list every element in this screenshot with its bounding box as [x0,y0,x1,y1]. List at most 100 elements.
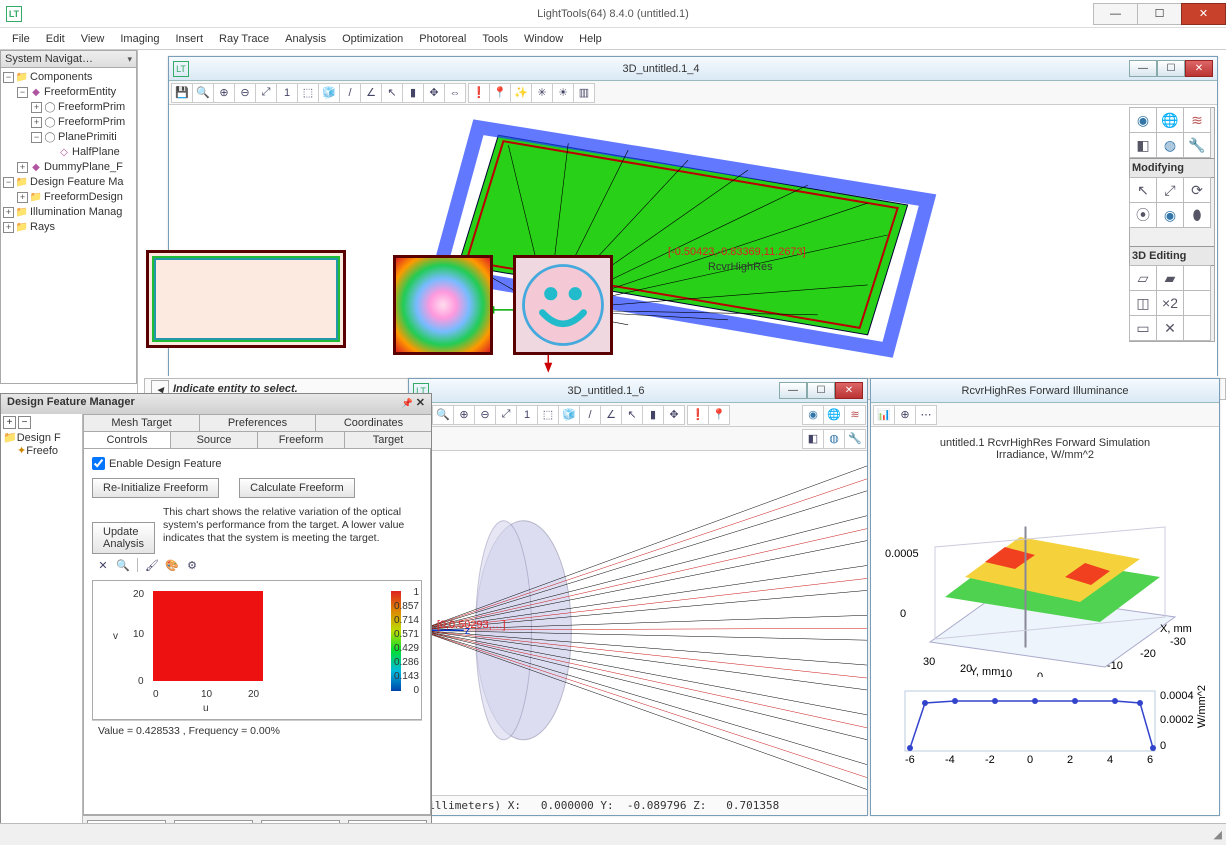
tree-expander[interactable] [17,192,28,203]
tree-item[interactable]: PlanePrimiti [58,130,117,145]
options-icon[interactable]: ⚙ [183,556,201,574]
menu-view[interactable]: View [73,31,113,47]
tree-item[interactable]: DummyPlane_F [44,160,123,175]
palette-lens-icon[interactable]: ◉ [1129,107,1157,133]
palette-sweep-icon[interactable]: ▰ [1156,265,1184,291]
dfm-tree-item[interactable]: Freefo [26,445,58,457]
brush-icon[interactable]: 🖌 [143,556,161,574]
tab-target[interactable]: Target [344,431,431,449]
illum-3d-surface[interactable]: 0.0005 0 30 20 10 0 Y, mm -10 -20 -30 Y,… [875,467,1215,677]
select-arrow-icon[interactable]: ↖ [621,405,643,425]
palette-scale-icon[interactable]: ⤢ [1156,177,1184,203]
system-navigator-tree[interactable]: 📁Components ◆FreeformEntity ◯FreeformPri… [0,68,137,384]
palette-wrench-icon[interactable]: 🔧 [844,429,866,449]
update-analysis-button[interactable]: Update Analysis [92,522,155,554]
mdi-close-button[interactable]: ✕ [835,382,863,399]
divider-icon[interactable]: / [579,405,601,425]
zoom-sel-icon[interactable]: 🔍 [432,405,454,425]
tab-source[interactable]: Source [170,431,258,449]
palette-render-icon[interactable]: ◧ [802,429,824,449]
zoom-fit-icon[interactable]: ⤢ [495,405,517,425]
tree-item[interactable]: Rays [30,220,55,235]
target-icon[interactable]: ⊕ [894,405,916,425]
tree-expander[interactable] [31,102,42,113]
divider-icon[interactable]: / [339,83,361,103]
chart-icon[interactable]: 📊 [873,405,895,425]
resize-grip-icon[interactable]: ◢ [1214,828,1222,841]
illum-2d-plot[interactable]: 0.0004 0.0002 0 W/mm^2 -6-4-20246 [875,683,1215,773]
crosshair-icon[interactable]: ✕ [94,556,112,574]
menu-file[interactable]: File [4,31,38,47]
palette-disk-icon[interactable]: ◍ [1156,132,1184,158]
palette-blocks-icon[interactable]: ≋ [1183,107,1211,133]
palette-select-icon[interactable]: ↖ [1129,177,1157,203]
zoom-in-icon[interactable]: ⊕ [453,405,475,425]
menu-analysis[interactable]: Analysis [277,31,334,47]
system-navigator-header[interactable]: System Navigat… [0,50,137,68]
tree-item[interactable]: Illumination Manag [30,205,122,220]
pin-icon[interactable] [402,397,413,409]
viewport-3d-lens[interactable]: y z [0,0.50293,…] [409,451,867,799]
ray-icon[interactable]: ☀ [552,83,574,103]
pan-icon[interactable]: ⇔ [444,83,466,103]
expand-button[interactable]: + [3,416,16,429]
menu-imaging[interactable]: Imaging [112,31,167,47]
tree-expander[interactable] [17,87,28,98]
menu-tools[interactable]: Tools [474,31,516,47]
view-iso-icon[interactable]: ⬚ [537,405,559,425]
tab-controls[interactable]: Controls [83,431,171,449]
tree-item[interactable]: Design Feature Ma [30,175,124,190]
mdi-titlebar[interactable]: RcvrHighRes Forward Illuminance [871,379,1219,403]
palette-wrench-icon[interactable]: 🔧 [1183,132,1211,158]
mdi-maximize-button[interactable]: ☐ [1157,60,1185,77]
more-icon[interactable]: ⋯ [915,405,937,425]
mdi-maximize-button[interactable]: ☐ [807,382,835,399]
mdi-titlebar[interactable]: LT 3D_untitled.1_4 — ☐ ✕ [169,57,1217,81]
tree-expander[interactable] [31,132,42,143]
palette-rotate-icon[interactable]: ⟳ [1183,177,1211,203]
tree-expander[interactable] [31,117,42,128]
view1-icon[interactable]: 1 [516,405,538,425]
chevron-down-icon[interactable] [127,53,132,65]
menu-edit[interactable]: Edit [38,31,73,47]
zoom-fit-icon[interactable]: ⤢ [255,83,277,103]
tab-mesh-target[interactable]: Mesh Target [83,414,200,432]
enable-checkbox[interactable] [92,457,105,470]
save-icon[interactable]: 💾 [171,83,193,103]
tree-expander[interactable] [3,177,14,188]
tree-item[interactable]: FreeformDesign [44,190,123,205]
view1-icon[interactable]: 1 [276,83,298,103]
mdi-titlebar[interactable]: LT 3D_untitled.1_6 — ☐ ✕ [409,379,867,403]
palette-render-icon[interactable]: ◧ [1129,132,1157,158]
tree-expander[interactable] [3,72,14,83]
palette-blocks-icon[interactable]: ≋ [844,405,866,425]
cursor-icon[interactable]: ▮ [642,405,664,425]
tree-expander[interactable] [3,222,14,233]
highlight-icon[interactable]: ✨ [510,83,532,103]
view-cube-icon[interactable]: 🧊 [558,405,580,425]
mdi-close-button[interactable]: ✕ [1185,60,1213,77]
dfm-tree[interactable]: +− 📁Design F ✦Freefo [1,414,83,844]
move-icon[interactable]: ✥ [663,405,685,425]
zoom-in-icon[interactable]: ⊕ [213,83,235,103]
tree-item[interactable]: FreeformPrim [58,100,125,115]
dfm-tree-root[interactable]: Design F [17,432,61,444]
palette-surface-icon[interactable]: ⬮ [1183,202,1211,228]
enable-design-feature-checkbox[interactable]: Enable Design Feature [92,457,422,470]
close-icon[interactable]: ✕ [416,397,425,409]
palette-split-icon[interactable]: ◫ [1129,290,1157,316]
dfm-titlebar[interactable]: Design Feature Manager ✕ [1,394,431,414]
palette-mult-icon[interactable]: ×2 [1156,290,1184,316]
select-arrow-icon[interactable]: ↖ [381,83,403,103]
variation-chart[interactable]: 20 10 0 v 0 10 20 u 1 0.857 0.714 0.571 … [92,580,422,720]
tree-item[interactable]: HalfPlane [72,145,120,160]
tree-expander[interactable] [3,207,14,218]
palette-extrude-icon[interactable]: ▱ [1129,265,1157,291]
menu-insert[interactable]: Insert [168,31,212,47]
tab-preferences[interactable]: Preferences [199,414,316,432]
mdi-minimize-button[interactable]: — [779,382,807,399]
grid-icon[interactable]: ▥ [573,83,595,103]
pinpoint-icon[interactable]: 📍 [489,83,511,103]
palette-array-icon[interactable]: ⦿ [1129,202,1157,228]
zoom-out-icon[interactable]: ⊖ [474,405,496,425]
